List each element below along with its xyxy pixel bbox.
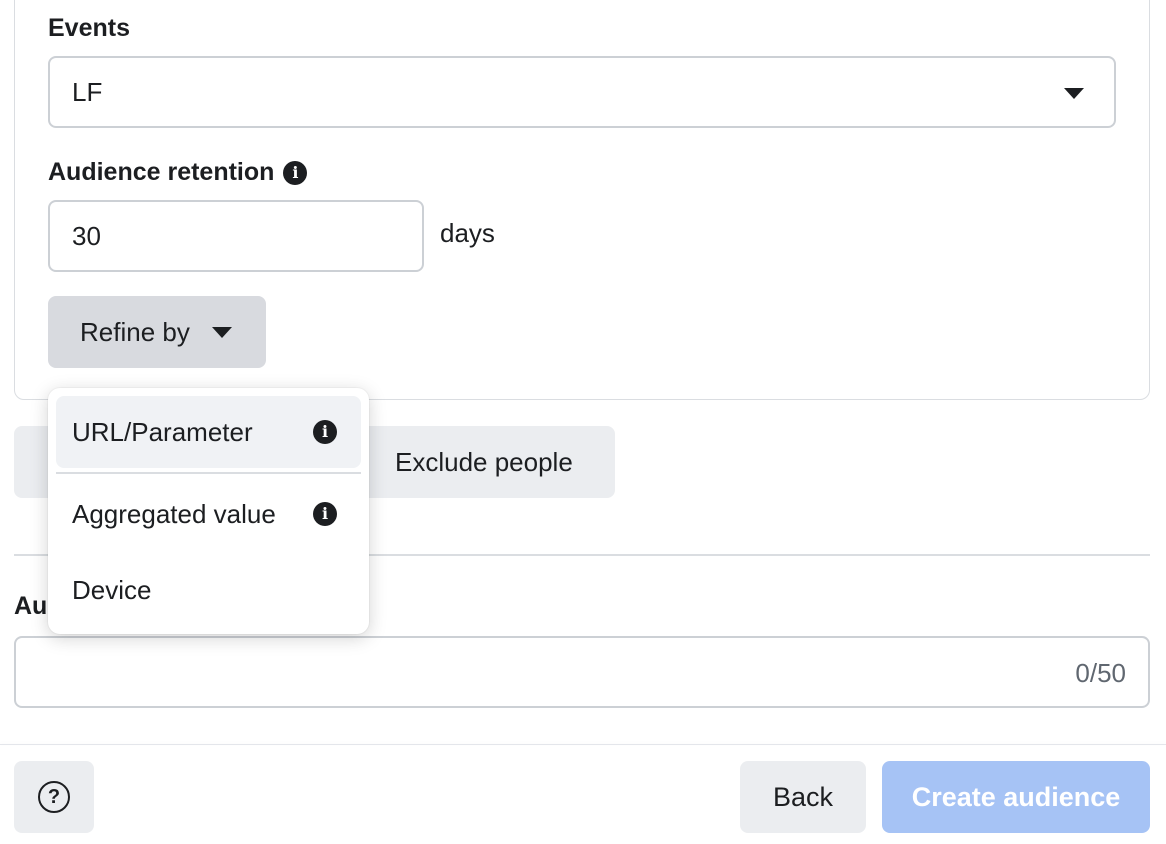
- help-button[interactable]: ?: [14, 761, 94, 833]
- create-audience-button[interactable]: Create audience: [882, 761, 1150, 833]
- menu-item-device[interactable]: Device: [56, 554, 361, 626]
- character-counter: 0/50: [1075, 658, 1126, 688]
- menu-item-url-parameter[interactable]: URL/Parameter i: [56, 396, 361, 468]
- refine-by-button[interactable]: Refine by: [48, 296, 266, 368]
- events-select[interactable]: LF: [48, 56, 1116, 128]
- info-icon[interactable]: i: [313, 420, 337, 444]
- footer-divider: [0, 744, 1166, 745]
- refine-by-menu: URL/Parameter i Aggregated value i Devic…: [48, 388, 369, 634]
- menu-item-label: Device: [72, 574, 152, 605]
- info-icon[interactable]: i: [283, 160, 308, 185]
- audience-name-label: Au: [14, 592, 48, 620]
- question-circle-icon: ?: [38, 781, 70, 813]
- events-select-value: LF: [72, 76, 103, 107]
- retention-label-row: Audience retention i: [48, 158, 308, 187]
- refine-by-label: Refine by: [80, 316, 190, 347]
- menu-item-aggregated-value[interactable]: Aggregated value i: [56, 478, 361, 550]
- retention-unit: days: [440, 218, 495, 248]
- menu-item-label: URL/Parameter: [72, 416, 253, 447]
- exclude-people-button[interactable]: Exclude people: [366, 426, 615, 498]
- menu-separator: [56, 472, 361, 474]
- chevron-down-icon: [1064, 88, 1084, 99]
- back-button[interactable]: Back: [740, 761, 866, 833]
- audience-name-input[interactable]: 0/50: [14, 636, 1150, 708]
- events-label: Events: [48, 14, 130, 42]
- menu-item-label: Aggregated value: [72, 498, 276, 529]
- retention-label: Audience retention: [48, 158, 275, 186]
- retention-days-input[interactable]: 30: [48, 200, 424, 272]
- info-icon[interactable]: i: [313, 502, 337, 526]
- chevron-down-icon: [211, 326, 232, 338]
